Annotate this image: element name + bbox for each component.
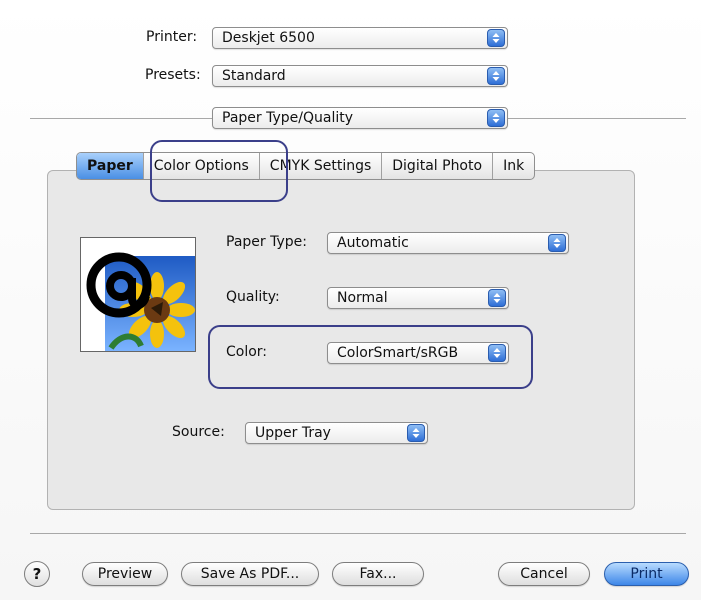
popup-arrows-icon xyxy=(487,109,505,127)
presets-select[interactable]: Standard xyxy=(212,65,508,87)
save-as-pdf-button[interactable]: Save As PDF... xyxy=(181,562,319,586)
popup-arrows-icon xyxy=(487,29,505,47)
panel-select-value: Paper Type/Quality xyxy=(222,110,353,126)
popup-arrows-icon xyxy=(548,234,566,252)
popup-arrows-icon xyxy=(487,67,505,85)
paper-type-select[interactable]: Automatic xyxy=(327,232,569,254)
help-icon[interactable]: ? xyxy=(24,561,50,587)
tab-ink[interactable]: Ink xyxy=(492,153,534,179)
cancel-button[interactable]: Cancel xyxy=(498,562,590,586)
preview-button[interactable]: Preview xyxy=(82,562,168,586)
color-label: Color: xyxy=(226,344,268,360)
source-select-value: Upper Tray xyxy=(255,425,331,441)
printer-select[interactable]: Deskjet 6500 xyxy=(212,27,508,49)
quality-select[interactable]: Normal xyxy=(327,287,509,309)
quality-select-value: Normal xyxy=(337,290,388,306)
printer-select-value: Deskjet 6500 xyxy=(222,30,315,46)
source-label: Source: xyxy=(172,424,225,440)
quality-label: Quality: xyxy=(226,289,280,305)
popup-arrows-icon xyxy=(407,424,425,442)
paper-type-select-value: Automatic xyxy=(337,235,409,251)
header-separator-right xyxy=(506,118,686,119)
popup-arrows-icon xyxy=(488,344,506,362)
presets-select-value: Standard xyxy=(222,68,286,84)
print-button[interactable]: Print xyxy=(604,562,689,586)
footer-separator xyxy=(30,533,686,534)
at-sign-sunflower-icon xyxy=(80,237,196,352)
color-select-value: ColorSmart/sRGB xyxy=(337,345,459,361)
presets-label: Presets: xyxy=(145,67,201,83)
paper-type-label: Paper Type: xyxy=(226,234,307,250)
tab-bar: Paper Color Options CMYK Settings Digita… xyxy=(76,152,536,180)
tab-paper[interactable]: Paper xyxy=(77,153,143,179)
tab-digital-photo[interactable]: Digital Photo xyxy=(381,153,492,179)
panel-select[interactable]: Paper Type/Quality xyxy=(212,107,508,129)
color-select[interactable]: ColorSmart/sRGB xyxy=(327,342,509,364)
fax-button[interactable]: Fax... xyxy=(332,562,424,586)
source-select[interactable]: Upper Tray xyxy=(245,422,428,444)
header-separator-left xyxy=(30,118,212,119)
printer-label: Printer: xyxy=(146,29,198,45)
color-options-highlight xyxy=(150,140,288,202)
popup-arrows-icon xyxy=(488,289,506,307)
